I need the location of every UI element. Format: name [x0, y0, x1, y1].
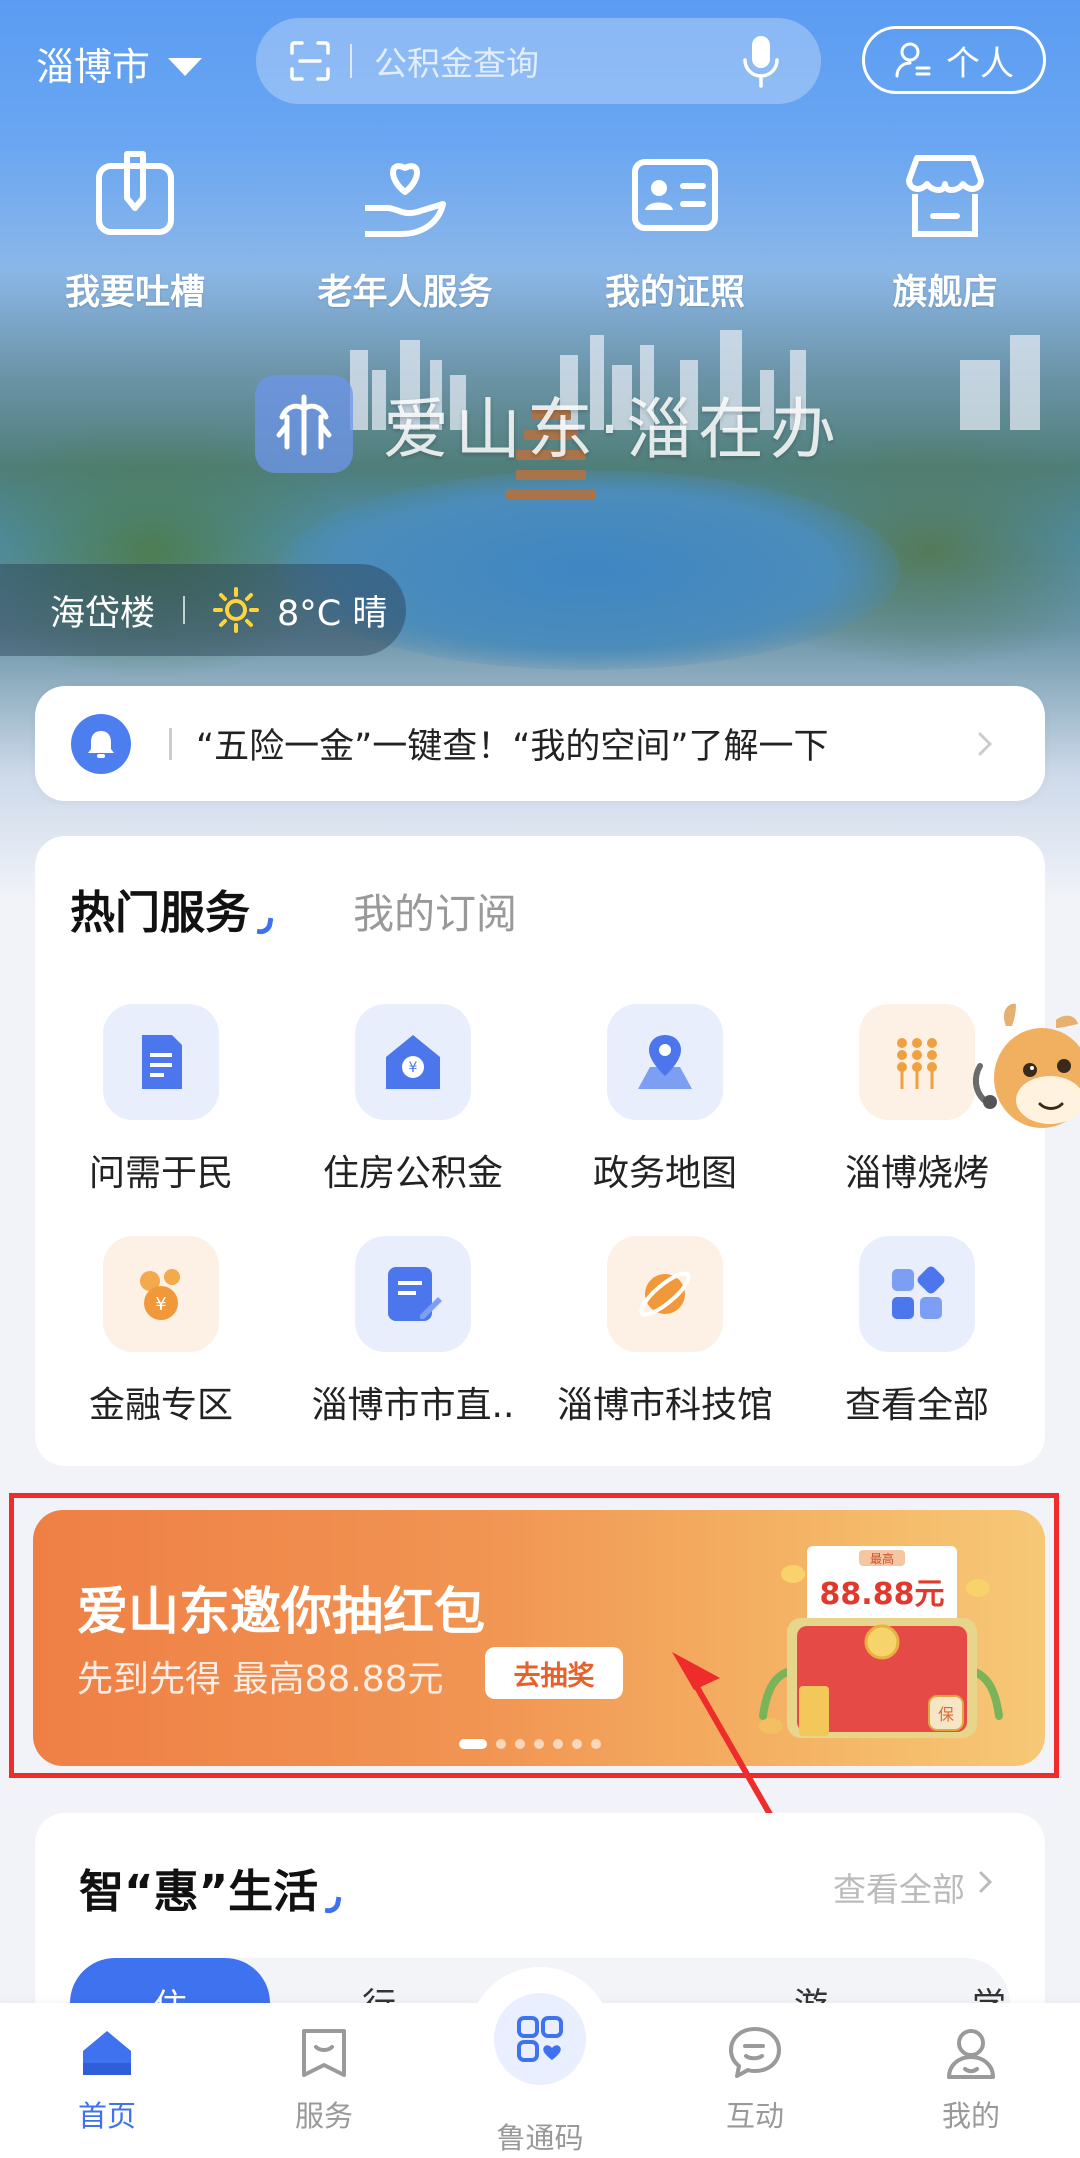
- tab-label: 鲁通码: [496, 2121, 584, 2155]
- svg-text:¥: ¥: [155, 1294, 166, 1315]
- service-label: 淄博烧烤: [844, 1153, 989, 1194]
- tab-label: 服务: [294, 2099, 353, 2133]
- home-icon: [83, 2031, 131, 2075]
- search-placeholder: 公积金查询: [374, 44, 539, 83]
- service-item-gov-map[interactable]: 政务地图: [539, 1004, 791, 1196]
- coins-icon: ¥: [103, 1236, 219, 1352]
- quick-action-elderly[interactable]: 老年人服务: [270, 150, 540, 315]
- chat-bubble-icon: [729, 2027, 781, 2078]
- quick-action-label: 旗舰店: [892, 273, 998, 313]
- city-label: 淄博市: [36, 45, 151, 89]
- bell-icon: [71, 713, 131, 774]
- chevron-right-icon: [979, 1871, 993, 1893]
- search-bar[interactable]: 公积金查询: [256, 18, 821, 104]
- scan-icon[interactable]: [288, 39, 332, 83]
- dropdown-triangle-icon: [168, 57, 203, 76]
- hot-services-card: 热门服务 我的订阅 问需于民 ¥ 住房公积金 政务地图 淄博烧烤 ¥ 金融专区 …: [35, 836, 1045, 1466]
- feedback-icon: [96, 151, 174, 235]
- notice-bar[interactable]: “五险一金”一键查！“我的空间”了解一下: [35, 686, 1045, 801]
- tab-label: 我的: [941, 2099, 1000, 2133]
- quick-action-id-cards[interactable]: 我的证照: [540, 150, 810, 315]
- weather-text: 8°C 晴: [277, 593, 388, 634]
- sun-icon: [213, 587, 260, 633]
- city-selector[interactable]: 淄博市: [36, 36, 203, 91]
- service-label: 淄博市市直..: [311, 1385, 515, 1426]
- pack-badge: 保: [938, 1705, 954, 1724]
- tab-label: 互动: [725, 2099, 784, 2133]
- quick-action-feedback[interactable]: 我要吐槽: [0, 150, 270, 315]
- service-label: 住房公积金: [322, 1153, 503, 1194]
- user-switch-icon: [895, 42, 931, 78]
- user-icon: [947, 2029, 995, 2079]
- service-label: 金融专区: [88, 1385, 233, 1426]
- top-bar: 淄博市 公积金查询 个人: [0, 0, 1080, 120]
- bookmark-icon: [302, 2029, 346, 2077]
- tab-interaction[interactable]: 互动: [680, 2025, 830, 2135]
- service-item-feedback[interactable]: 问需于民: [35, 1004, 287, 1196]
- location-name: 海岱楼: [50, 593, 156, 634]
- service-label: 问需于民: [88, 1153, 233, 1194]
- svg-text:¥: ¥: [409, 1060, 418, 1076]
- location-weather-pill[interactable]: 海岱楼 8°C 晴: [0, 564, 406, 656]
- service-label: 查看全部: [844, 1385, 989, 1426]
- quick-action-label: 我要吐槽: [64, 273, 205, 313]
- tab-my-subscriptions[interactable]: 我的订阅: [353, 880, 517, 940]
- quick-action-store[interactable]: 旗舰店: [810, 150, 1080, 315]
- slogan-text: 爱山东·淄在办: [383, 391, 842, 468]
- pack-top-label: 最高: [870, 1551, 894, 1566]
- carousel-indicator: [459, 1739, 601, 1749]
- bottom-tab-bar: 首页 服务 鲁通码 互动 我的: [0, 1967, 1080, 2158]
- banner-subtitle: 先到先得 最高88.88元: [77, 1659, 444, 1700]
- personal-label: 个人: [946, 43, 1014, 84]
- hero-slogan: 爱山东·淄在办: [255, 375, 842, 473]
- service-label: 政务地图: [592, 1153, 737, 1194]
- service-item-housing-fund[interactable]: ¥ 住房公积金: [287, 1004, 539, 1196]
- grid-icon: [859, 1236, 975, 1352]
- tab-services[interactable]: 服务: [249, 2025, 399, 2135]
- red-packet-banner[interactable]: 爱山东邀你抽红包 先到先得 最高88.88元 去抽奖 最高 88.88元 保: [33, 1510, 1045, 1766]
- tab-lutong-code[interactable]: [468, 1967, 612, 2111]
- microphone-icon[interactable]: [741, 34, 781, 88]
- quick-action-label: 老年人服务: [317, 273, 493, 313]
- edit-form-icon: [355, 1236, 471, 1352]
- notice-text: “五险一金”一键查！“我的空间”了解一下: [196, 727, 829, 767]
- pack-amount: 88.88元: [820, 1577, 945, 1612]
- elderly-care-icon: [365, 163, 446, 237]
- chevron-right-icon: [978, 732, 993, 755]
- tab-hot-services[interactable]: 热门服务: [70, 876, 274, 941]
- tab-mine[interactable]: 我的: [896, 2025, 1046, 2135]
- skewers-icon: [859, 1004, 975, 1120]
- service-item-view-all[interactable]: 查看全部: [791, 1236, 1043, 1428]
- service-item-science-museum[interactable]: 淄博市科技馆: [539, 1236, 791, 1428]
- draw-lottery-button[interactable]: 去抽奖: [485, 1647, 623, 1699]
- tab-label: 首页: [77, 2099, 136, 2133]
- service-item-finance[interactable]: ¥ 金融专区: [35, 1236, 287, 1428]
- smart-life-title: 智“惠”生活: [79, 1855, 342, 1920]
- banner-title: 爱山东邀你抽红包: [77, 1583, 486, 1642]
- document-icon: [103, 1004, 219, 1120]
- map-pin-icon: [607, 1004, 723, 1120]
- personal-mode-button[interactable]: 个人: [862, 26, 1046, 94]
- service-item-city-direct[interactable]: 淄博市市直..: [287, 1236, 539, 1428]
- tab-home[interactable]: 首页: [32, 2025, 182, 2135]
- app-logo-icon: [255, 375, 353, 473]
- housing-fund-icon: ¥: [355, 1004, 471, 1120]
- view-all-link[interactable]: 查看全部: [833, 1863, 965, 1911]
- qr-code-icon: [494, 1993, 586, 2085]
- store-icon: [906, 155, 984, 237]
- quick-action-label: 我的证照: [604, 273, 745, 313]
- mascot-cow-icon[interactable]: [966, 996, 1080, 1146]
- service-label: 淄博市科技馆: [556, 1385, 773, 1426]
- id-card-icon: [632, 159, 718, 231]
- planet-icon: [607, 1236, 723, 1352]
